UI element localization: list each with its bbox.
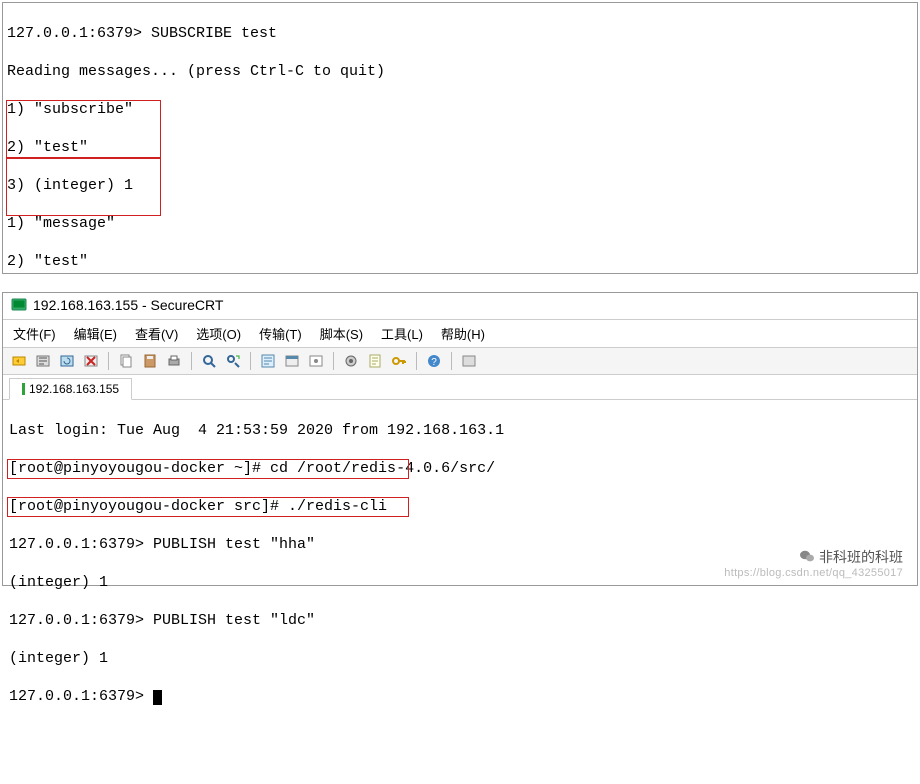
term-line: 3) (integer) 1	[7, 176, 913, 195]
extra-icon[interactable]	[459, 351, 479, 371]
term-line: 127.0.0.1:6379> PUBLISH test "ldc"	[9, 611, 911, 630]
reconnect-icon[interactable]	[57, 351, 77, 371]
watermark-brand: 非科班的科班	[819, 547, 903, 567]
menu-help[interactable]: 帮助(H)	[441, 324, 485, 343]
term-line: [root@pinyoyougou-docker src]# ./redis-c…	[9, 497, 911, 516]
term-line: 1) "message"	[7, 214, 913, 233]
key-icon[interactable]	[389, 351, 409, 371]
subscriber-terminal[interactable]: 127.0.0.1:6379> SUBSCRIBE test Reading m…	[2, 2, 918, 274]
copy-icon[interactable]	[116, 351, 136, 371]
menu-options[interactable]: 选项(O)	[196, 324, 241, 343]
options-icon[interactable]	[306, 351, 326, 371]
window-title: 192.168.163.155 - SecureCRT	[33, 297, 223, 313]
term-line: 2) "test"	[7, 138, 913, 157]
menu-script[interactable]: 脚本(S)	[320, 324, 363, 343]
app-icon	[11, 297, 27, 313]
tab-label: 192.168.163.155	[29, 382, 119, 396]
menu-view[interactable]: 查看(V)	[135, 324, 178, 343]
term-line: (integer) 1	[9, 649, 911, 668]
session-icon[interactable]	[282, 351, 302, 371]
session-tab[interactable]: 192.168.163.155	[9, 378, 132, 400]
securecrt-window: 192.168.163.155 - SecureCRT 文件(F) 编辑(E) …	[2, 292, 918, 586]
print-icon[interactable]	[164, 351, 184, 371]
script-icon[interactable]	[365, 351, 385, 371]
term-line: Last login: Tue Aug 4 21:53:59 2020 from…	[9, 421, 911, 440]
properties-icon[interactable]	[258, 351, 278, 371]
tab-bar: 192.168.163.155	[3, 375, 917, 400]
disconnect-icon[interactable]	[81, 351, 101, 371]
menu-file[interactable]: 文件(F)	[13, 324, 56, 343]
paste-icon[interactable]	[140, 351, 160, 371]
svg-text:?: ?	[431, 357, 437, 368]
help-icon[interactable]: ?	[424, 351, 444, 371]
connect-icon[interactable]	[9, 351, 29, 371]
quick-connect-icon[interactable]	[33, 351, 53, 371]
menu-bar: 文件(F) 编辑(E) 查看(V) 选项(O) 传输(T) 脚本(S) 工具(L…	[3, 319, 917, 348]
term-line: [root@pinyoyougou-docker ~]# cd /root/re…	[9, 459, 911, 478]
find-next-icon[interactable]	[223, 351, 243, 371]
title-bar: 192.168.163.155 - SecureCRT	[3, 293, 917, 319]
watermark: 非科班的科班 https://blog.csdn.net/qq_43255017	[724, 547, 903, 579]
term-line: 127.0.0.1:6379> SUBSCRIBE test	[7, 24, 913, 43]
menu-transfer[interactable]: 传输(T)	[259, 324, 302, 343]
menu-tools[interactable]: 工具(L)	[381, 324, 423, 343]
term-line: 2) "test"	[7, 252, 913, 271]
tab-status-indicator	[22, 383, 25, 395]
cursor	[153, 690, 162, 705]
find-icon[interactable]	[199, 351, 219, 371]
term-line: 1) "subscribe"	[7, 100, 913, 119]
settings-icon[interactable]	[341, 351, 361, 371]
watermark-url: https://blog.csdn.net/qq_43255017	[724, 567, 903, 579]
wechat-icon	[799, 549, 815, 566]
term-line: Reading messages... (press Ctrl-C to qui…	[7, 62, 913, 81]
term-line: 127.0.0.1:6379>	[9, 687, 911, 706]
toolbar: ?	[3, 348, 917, 375]
publisher-terminal[interactable]: Last login: Tue Aug 4 21:53:59 2020 from…	[3, 400, 917, 784]
menu-edit[interactable]: 编辑(E)	[74, 324, 117, 343]
